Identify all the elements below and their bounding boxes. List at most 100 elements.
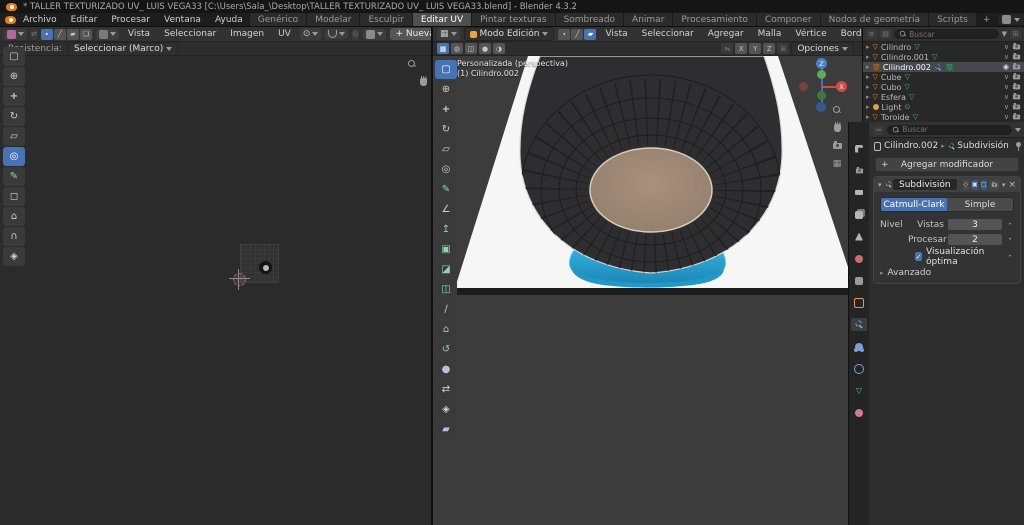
viewport-levels-field[interactable]: 3 (948, 219, 1002, 230)
hide-viewport-icon[interactable]: ∨ (1004, 73, 1009, 81)
tool-scale[interactable] (435, 140, 457, 159)
mode-dropdown[interactable]: Modo Edición (463, 27, 555, 41)
uv-zoom-icon[interactable] (408, 60, 416, 68)
uv-tool-pinch[interactable] (3, 227, 25, 246)
uv-pan-hand-icon[interactable] (419, 76, 427, 86)
decorator-icon[interactable]: • (1006, 253, 1014, 260)
gizmo-z-axis[interactable]: Z (816, 58, 827, 69)
breadcrumb-object[interactable]: Cilindro.002 (884, 141, 938, 151)
uv-select-edge-button[interactable]: ╱ (53, 28, 66, 40)
menu-ayuda[interactable]: Ayuda (208, 13, 250, 26)
chevron-down-icon[interactable] (1015, 127, 1021, 132)
outliner-row-toroide[interactable]: ▸ ▽ Toroide ▽ ∨ (863, 112, 1024, 122)
new-collection-icon[interactable]: ⊞ (1010, 29, 1021, 39)
scene-selector[interactable]: Scene (998, 14, 1024, 25)
add-workspace-button[interactable]: + (977, 13, 997, 26)
hide-viewport-icon[interactable]: ∨ (1004, 93, 1009, 101)
tab-pintar-texturas[interactable]: Pintar texturas (472, 13, 556, 26)
properties-search[interactable] (887, 124, 1012, 135)
viewport-pan-button[interactable] (829, 120, 845, 136)
pin-icon[interactable] (1015, 142, 1020, 151)
gizmo-z-negative[interactable] (816, 102, 826, 112)
uv-tool-cursor[interactable] (3, 67, 25, 86)
tool-shear[interactable] (435, 420, 457, 439)
tab-esculpir[interactable]: Esculpir (360, 13, 413, 26)
filter-funnel-icon[interactable]: ▼ (1002, 30, 1007, 38)
uv-sticky-mode-button[interactable] (95, 28, 119, 40)
outliner-row-cilindro[interactable]: ▸ ▽ Cilindro ▽ ∨ (863, 42, 1024, 52)
tool-inset-faces[interactable] (435, 240, 457, 259)
outliner-row-esfera[interactable]: ▸ ▽ Esfera ▽ ∨ (863, 92, 1024, 102)
tab-output[interactable] (851, 186, 867, 199)
tool-transform[interactable] (435, 160, 457, 179)
delete-modifier-icon[interactable]: × (1008, 180, 1016, 190)
uv-tool-annotate[interactable] (3, 167, 25, 186)
hide-viewport-icon[interactable]: ∨ (1004, 53, 1009, 61)
decorator-icon[interactable]: • (1006, 221, 1014, 228)
optimal-display-checkbox[interactable]: ✓ (915, 252, 923, 261)
outliner-search-input[interactable] (909, 29, 994, 39)
mirror-x-button[interactable]: X (735, 43, 748, 54)
uv-tool-move[interactable] (3, 87, 25, 106)
gizmo-y-negative[interactable] (817, 91, 826, 100)
disable-render-icon[interactable] (1012, 42, 1021, 50)
uv-image-browse-button[interactable] (362, 28, 386, 40)
uv-tool-scale[interactable] (3, 127, 25, 146)
display-render-toggle[interactable] (989, 179, 999, 190)
options-dropdown[interactable]: Opciones (791, 41, 854, 56)
uv-menu-vista[interactable]: Vista (123, 29, 155, 39)
select-edge-button[interactable]: ╱ (571, 28, 584, 40)
tab-modelar[interactable]: Modelar (307, 13, 361, 26)
tool-annotate[interactable] (435, 180, 457, 199)
modifier-panel-header[interactable]: ▾ Subdivisión ◇ ▣ ▢ ▾ × (874, 177, 1020, 192)
tool-knife[interactable] (435, 300, 457, 319)
tab-view-layer[interactable] (851, 208, 867, 221)
catmull-clark-button[interactable]: Catmull-Clark (881, 198, 947, 211)
hide-viewport-icon[interactable]: ∨ (1004, 83, 1009, 91)
tool-smooth[interactable] (435, 360, 457, 379)
expand-icon[interactable]: ▸ (866, 113, 870, 121)
tool-select-box[interactable] (435, 60, 457, 79)
uv-snap-button[interactable] (325, 29, 349, 39)
viewport-camera-button[interactable] (829, 138, 845, 154)
tab-scripts[interactable]: Scripts (929, 13, 977, 26)
disable-render-icon[interactable] (1012, 52, 1021, 60)
gizmo-x-axis[interactable]: X (836, 81, 847, 92)
uv-tool-relax[interactable] (3, 207, 25, 226)
expand-icon[interactable]: ▸ (866, 53, 870, 61)
vp-menu-seleccionar[interactable]: Seleccionar (637, 29, 699, 39)
tab-collection[interactable] (851, 274, 867, 287)
vp-menu-malla[interactable]: Malla (753, 29, 787, 39)
show-gizmo-toggle[interactable]: ▦ (437, 43, 449, 54)
disable-render-icon[interactable] (1012, 112, 1021, 120)
select-face-button[interactable]: ▰ (584, 28, 597, 40)
collapse-icon[interactable]: ▾ (878, 181, 882, 189)
uv-select-vertex-button[interactable]: ∙ (40, 28, 53, 40)
tab-physics[interactable] (851, 362, 867, 375)
expand-icon[interactable]: ▸ (866, 63, 870, 71)
tab-world[interactable] (851, 252, 867, 265)
tab-componer[interactable]: Componer (756, 13, 821, 26)
tab-object-data[interactable]: ▽ (851, 384, 867, 397)
uv-proportional-edit-toggle[interactable]: ◎ (352, 28, 359, 40)
uv-tool-pinch-alt[interactable] (3, 247, 25, 266)
properties-search-input[interactable] (902, 125, 1007, 134)
tool-poly-build[interactable] (435, 320, 457, 339)
display-editmode-toggle[interactable]: ▣ (971, 179, 978, 190)
hide-viewport-icon[interactable]: ∨ (1004, 43, 1009, 51)
display-cage-toggle[interactable]: ◇ (962, 179, 969, 190)
render-levels-field[interactable]: 2 (948, 234, 1002, 245)
tab-nodos-geometria[interactable]: Nodos de geometría (820, 13, 930, 26)
uv-tool-select-box[interactable] (3, 47, 25, 66)
simple-button[interactable]: Simple (947, 198, 1013, 211)
uv-select-face-button[interactable]: ▰ (66, 28, 79, 40)
tab-modifiers-active[interactable] (851, 318, 867, 331)
tab-tool[interactable] (851, 142, 867, 155)
uv-menu-uv[interactable]: UV (273, 29, 296, 39)
uv-sync-select-toggle[interactable]: ⇄ (31, 28, 37, 40)
outliner-row-cilindro-001[interactable]: ▸ ▽ Cilindro.001 ▽ ∨ (863, 52, 1024, 62)
gizmo-y-axis[interactable] (817, 70, 826, 79)
tab-sombreado[interactable]: Sombreado (555, 13, 625, 26)
tool-move[interactable] (435, 100, 457, 119)
tool-bevel[interactable] (435, 260, 457, 279)
